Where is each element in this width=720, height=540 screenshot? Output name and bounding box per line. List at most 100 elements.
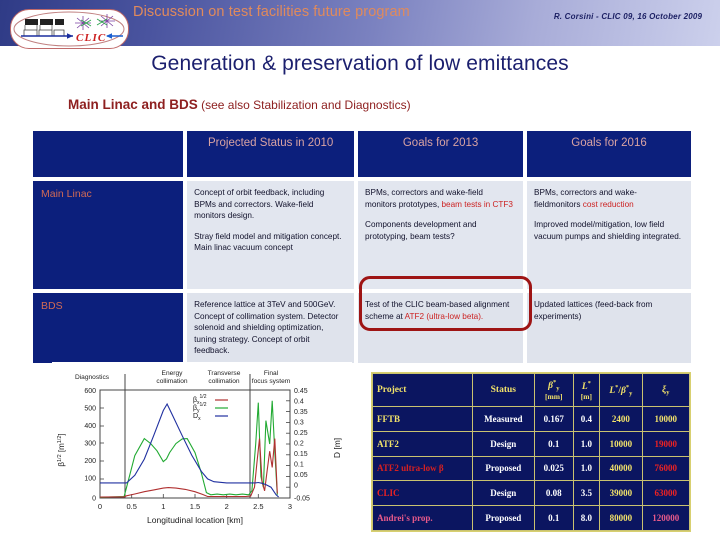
- cell-bds-status-2010: Reference lattice at 3TeV and 500GeV. Co…: [187, 293, 355, 363]
- param-ratio: 10000: [599, 430, 643, 457]
- svg-text:1: 1: [161, 502, 165, 511]
- svg-text:3: 3: [288, 502, 292, 511]
- paragraph: Updated lattices (feed-back from experim…: [534, 300, 653, 321]
- section-label-final-focus-2: focus system: [252, 378, 291, 385]
- paragraph: BPMs, correctors and wake-fieldmonitors …: [534, 187, 683, 210]
- paragraph: Concept of orbit feedback, including BPM…: [194, 188, 325, 221]
- svg-text:0.15: 0.15: [294, 451, 308, 458]
- table-row: CLIC Design 0.08 3.5 39000 63000: [372, 480, 691, 507]
- param-header-status: Status: [471, 373, 536, 407]
- beta-function-plot-svg: Diagnostics Energy collimation Transvers…: [52, 362, 352, 534]
- svg-text:0.25: 0.25: [294, 430, 308, 437]
- cell-main-linac-goals-2013: BPMs, correctors and wake-field monitors…: [358, 181, 524, 289]
- svg-text:200: 200: [84, 458, 96, 465]
- param-ratio: 80000: [599, 505, 643, 531]
- svg-text:0: 0: [92, 496, 96, 503]
- param-project: Andrei's prop.: [372, 505, 473, 531]
- svg-text:0.1: 0.1: [294, 462, 304, 469]
- param-beta: 0.1: [534, 505, 574, 531]
- svg-text:400: 400: [84, 423, 96, 430]
- parameters-table: Project Status β*y [mm] L* [m] L*/β*y ξy F…: [371, 372, 691, 532]
- svg-text:0: 0: [294, 483, 298, 490]
- table-row: ATF2 ultra-low β Proposed 0.025 1.0 4000…: [372, 455, 691, 482]
- param-status: Design: [471, 430, 536, 457]
- svg-text:-0.05: -0.05: [294, 496, 310, 503]
- svg-text:100: 100: [84, 476, 96, 483]
- param-status: Measured: [471, 406, 536, 432]
- parameters-body: FFTB Measured 0.167 0.4 2400 10000 ATF2 …: [372, 406, 691, 531]
- text-highlight: beam tests in CTF3: [441, 199, 513, 209]
- svg-text:1.5: 1.5: [190, 502, 200, 511]
- param-xi: 63000: [641, 480, 691, 507]
- param-header-project: Project: [372, 373, 473, 407]
- table-row: FFTB Measured 0.167 0.4 2400 10000: [372, 406, 691, 432]
- svg-text:0.2: 0.2: [294, 441, 304, 448]
- param-status: Proposed: [471, 505, 536, 531]
- param-project: FFTB: [372, 406, 473, 432]
- column-header-goals-2016: Goals for 2016: [527, 131, 691, 177]
- svg-text:0.4: 0.4: [294, 399, 304, 406]
- column-header-goals-2013: Goals for 2013: [358, 131, 524, 177]
- cell-main-linac-goals-2016: BPMs, correctors and wake-fieldmonitors …: [527, 181, 691, 289]
- param-lstar: 0.4: [572, 406, 601, 432]
- row-label-bds: BDS: [33, 293, 184, 363]
- paragraph: BPMs, correctors and wake-field monitors…: [365, 187, 515, 210]
- parameters-table-grid: Project Status β*y [mm] L* [m] L*/β*y ξy F…: [372, 373, 691, 531]
- svg-text:0.35: 0.35: [294, 409, 308, 416]
- text-highlight: cost reduction: [582, 199, 634, 209]
- param-ratio: 39000: [599, 480, 643, 507]
- param-header-ratio: L*/β*y: [599, 373, 643, 407]
- table-row: Main Linac Concept of orbit feedback, in…: [33, 181, 691, 289]
- param-lstar: 3.5: [572, 480, 601, 507]
- section-label-diagnostics: Diagnostics: [75, 374, 110, 381]
- table-row: BDS Reference lattice at 3TeV and 500GeV…: [33, 293, 691, 363]
- paragraph: Stray field model and mitigation concept…: [194, 231, 342, 253]
- table-header-blank: [33, 131, 184, 177]
- clic-logo: CLIC: [10, 9, 129, 49]
- parameters-header-row: Project Status β*y [mm] L* [m] L*/β*y ξy: [372, 373, 691, 407]
- roadmap-table: Projected Status in 2010 Goals for 2013 …: [33, 131, 691, 363]
- param-project: ATF2 ultra-low β: [372, 455, 473, 482]
- svg-text:0: 0: [98, 502, 102, 511]
- param-xi: 19000: [641, 430, 691, 457]
- paragraph: Reference lattice at 3TeV and 500GeV.: [194, 300, 336, 309]
- column-header-status-2010: Projected Status in 2010: [187, 131, 355, 177]
- param-status: Design: [471, 480, 536, 507]
- beta-function-plot: Diagnostics Energy collimation Transvers…: [52, 362, 352, 534]
- paragraph: Test of the CLIC beam-based alignment sc…: [365, 299, 515, 322]
- paragraph: Concept of collimation system. Detector …: [194, 311, 339, 356]
- table-row: ATF2 Design 0.1 1.0 10000 19000: [372, 430, 691, 457]
- cell-bds-goals-2016: Updated lattices (feed-back from experim…: [527, 293, 691, 363]
- param-project: ATF2: [372, 430, 473, 457]
- x-axis: 0 0.5 1 1.5 2 2.5 3: [98, 502, 292, 511]
- svg-text:2.5: 2.5: [253, 502, 263, 511]
- text-highlight: ATF2 (ultra-low beta).: [404, 311, 484, 321]
- row-label-main-linac: Main Linac: [33, 181, 184, 289]
- subtitle-bold: Main Linac and BDS: [68, 97, 198, 112]
- param-lstar: 8.0: [572, 505, 601, 531]
- header-author-date: R. Corsini - CLIC 09, 16 October 2009: [553, 12, 703, 21]
- x-axis-title: Longitudinal location [km]: [147, 515, 243, 525]
- section-label-energy-collimation: Energy: [162, 370, 184, 377]
- param-ratio: 40000: [599, 455, 643, 482]
- paragraph: Components development and prototyping, …: [365, 220, 477, 241]
- subtitle-note: (see also Stabilization and Diagnostics): [197, 98, 411, 112]
- param-header-xi: ξy: [641, 373, 691, 407]
- svg-text:0.45: 0.45: [294, 388, 308, 395]
- param-xi: 120000: [641, 505, 691, 531]
- svg-text:0.5: 0.5: [126, 502, 136, 511]
- svg-text:0.05: 0.05: [294, 472, 308, 479]
- param-beta: 0.025: [534, 455, 574, 482]
- svg-text:500: 500: [84, 406, 96, 413]
- param-header-beta: β*y [mm]: [534, 373, 574, 407]
- svg-text:300: 300: [84, 441, 96, 448]
- paragraph: Improved model/mitigation, low field vac…: [534, 220, 682, 241]
- param-status: Proposed: [471, 455, 536, 482]
- y2-axis-title: D [m]: [332, 438, 342, 458]
- svg-text:0.3: 0.3: [294, 420, 304, 427]
- table-row: Andrei's prop. Proposed 0.1 8.0 80000 12…: [372, 505, 691, 531]
- param-lstar: 1.0: [572, 455, 601, 482]
- param-ratio: 2400: [599, 406, 643, 432]
- cell-main-linac-status-2010: Concept of orbit feedback, including BPM…: [187, 181, 355, 289]
- page-title: Generation & preservation of low emittan…: [151, 52, 569, 75]
